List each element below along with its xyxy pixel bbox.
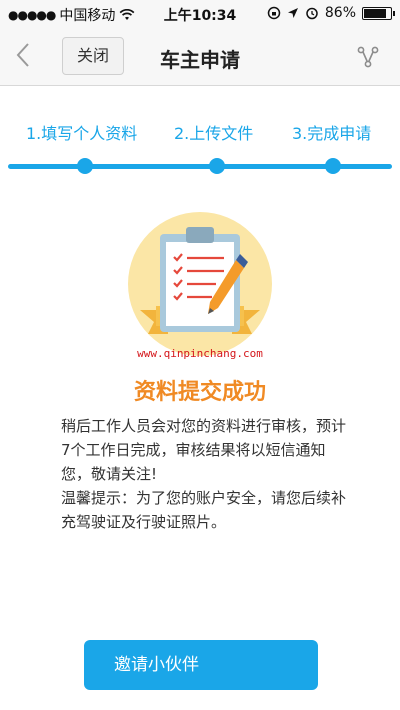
step-label-3: 3.完成申请 (292, 124, 372, 143)
step-label-2: 2.上传文件 (174, 124, 254, 143)
invite-friends-button[interactable]: 邀请小伙伴 (84, 640, 318, 690)
alarm-icon (306, 7, 318, 20)
safety-tip: 温馨提示：为了您的账户安全，请您后续补充驾驶证及行驶证照片。 (61, 489, 347, 531)
progress-steps: 1.填写个人资料 2.上传文件 3.完成申请 (0, 86, 400, 186)
step-label-1: 1.填写个人资料 (26, 124, 138, 143)
step-dot-1 (77, 158, 93, 174)
status-bar: ●●●●● 中国移动 上午10:34 86% (0, 0, 400, 28)
location-icon (287, 8, 298, 18)
clipboard-clip (186, 227, 214, 243)
nav-bar: 关闭 车主申请 (0, 28, 400, 86)
share-icon[interactable] (356, 45, 380, 69)
success-message: 稍后工作人员会对您的资料进行审核，预计7个工作日完成，审核结果将以短信通知您，敬… (61, 414, 351, 534)
battery-icon (362, 6, 395, 20)
battery-level (364, 8, 387, 18)
clipboard-illustration (128, 212, 272, 356)
battery-percent: 86% (324, 5, 356, 21)
success-title: 资料提交成功 (133, 380, 266, 405)
page-title: 车主申请 (160, 48, 240, 72)
status-right: 86% (267, 5, 395, 21)
watermark-text: www.qinpinchang.com (137, 347, 263, 360)
rotation-lock-icon (267, 6, 281, 20)
step-dot-3 (325, 158, 341, 174)
step-dot-2 (209, 158, 225, 174)
review-notice: 稍后工作人员会对您的资料进行审核，预计7个工作日完成，审核结果将以短信通知您，敬… (61, 417, 347, 483)
